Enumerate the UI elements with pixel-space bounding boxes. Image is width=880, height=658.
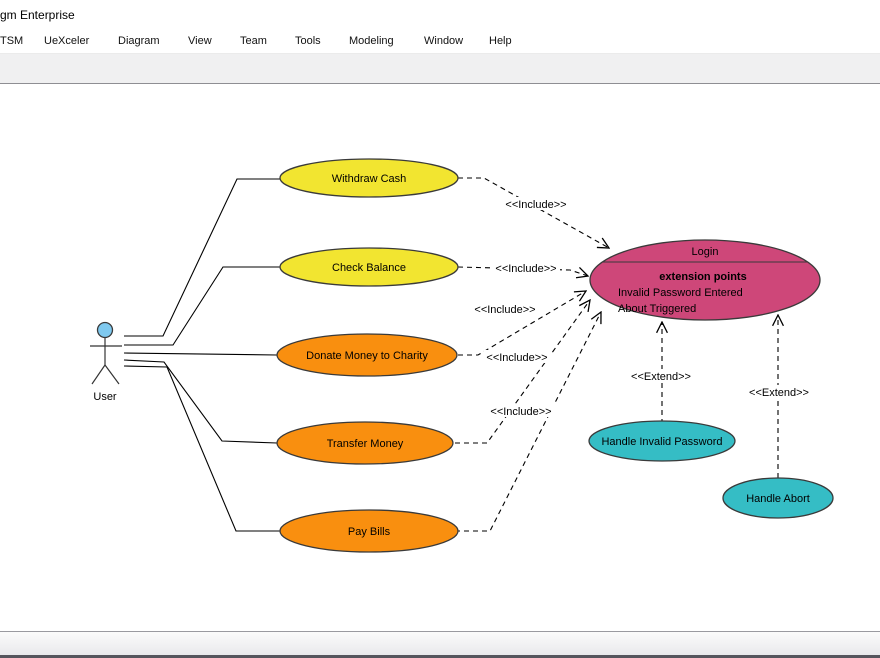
include-edge-withdraw-cash[interactable] xyxy=(458,178,609,248)
use-case-label: Login xyxy=(692,246,719,258)
use-case-donate-money[interactable]: Donate Money to Charity xyxy=(277,334,457,376)
include-label: <<Include>> xyxy=(486,352,547,364)
use-case-label: Donate Money to Charity xyxy=(306,350,428,362)
extension-point-item: About Triggered xyxy=(618,303,696,315)
menu-bar: TSM UeXceler Diagram View Team Tools Mod… xyxy=(0,30,880,53)
include-edge-pay-bills[interactable] xyxy=(455,312,601,531)
menu-modeling[interactable]: Modeling xyxy=(349,35,394,47)
actor-user[interactable]: User xyxy=(90,323,122,404)
menu-tools[interactable]: Tools xyxy=(295,35,321,47)
menu-view[interactable]: View xyxy=(188,35,212,47)
association-user-withdraw-cash[interactable] xyxy=(124,179,280,336)
menu-team[interactable]: Team xyxy=(240,35,267,47)
include-label: <<Include>> xyxy=(490,406,551,418)
use-case-label: Handle Invalid Password xyxy=(601,436,722,448)
use-case-transfer-money[interactable]: Transfer Money xyxy=(277,422,453,464)
menu-help[interactable]: Help xyxy=(489,35,512,47)
diagram-canvas[interactable]: User Withdraw Cash Check Balance Donate … xyxy=(0,84,880,631)
menu-diagram[interactable]: Diagram xyxy=(118,35,160,47)
association-user-check-balance[interactable] xyxy=(124,267,280,345)
association-user-transfer-money[interactable] xyxy=(124,360,277,443)
actor-label: User xyxy=(93,391,117,403)
actor-leg-right xyxy=(105,365,119,384)
include-label: <<Include>> xyxy=(495,263,556,275)
actor-leg-left xyxy=(92,365,105,384)
use-case-label: Withdraw Cash xyxy=(332,173,407,185)
use-case-pay-bills[interactable]: Pay Bills xyxy=(280,510,458,552)
include-label: <<Include>> xyxy=(505,199,566,211)
association-user-donate-money[interactable] xyxy=(124,353,277,355)
extension-points-header: extension points xyxy=(659,271,746,283)
title-bar: gm Enterprise xyxy=(0,0,880,30)
association-lines xyxy=(124,179,280,531)
menu-uexceler[interactable]: UeXceler xyxy=(44,35,89,47)
use-case-label: Handle Abort xyxy=(746,493,810,505)
include-label: <<Include>> xyxy=(474,304,535,316)
use-case-withdraw-cash[interactable]: Withdraw Cash xyxy=(280,159,458,197)
use-case-label: Pay Bills xyxy=(348,526,391,538)
use-case-label: Transfer Money xyxy=(327,438,404,450)
use-case-check-balance[interactable]: Check Balance xyxy=(280,248,458,286)
menu-tsm[interactable]: TSM xyxy=(0,35,23,47)
extend-label: <<Extend>> xyxy=(749,387,809,399)
use-case-diagram: User Withdraw Cash Check Balance Donate … xyxy=(0,84,880,631)
include-edge-donate-money[interactable] xyxy=(458,291,586,355)
application-window: gm Enterprise TSM UeXceler Diagram View … xyxy=(0,0,880,658)
window-title: gm Enterprise xyxy=(0,8,75,22)
include-edge-transfer-money[interactable] xyxy=(455,300,590,443)
toolbar xyxy=(0,53,880,84)
actor-head-icon xyxy=(98,323,113,338)
use-case-handle-abort[interactable]: Handle Abort xyxy=(723,478,833,518)
use-case-label: Check Balance xyxy=(332,262,406,274)
extension-point-item: Invalid Password Entered xyxy=(618,287,743,299)
association-user-pay-bills[interactable] xyxy=(124,366,280,531)
use-case-login[interactable]: Login extension points Invalid Password … xyxy=(590,240,820,320)
extend-label: <<Extend>> xyxy=(631,371,691,383)
use-case-handle-invalid-password[interactable]: Handle Invalid Password xyxy=(589,421,735,461)
status-bar xyxy=(0,631,880,658)
menu-window[interactable]: Window xyxy=(424,35,463,47)
